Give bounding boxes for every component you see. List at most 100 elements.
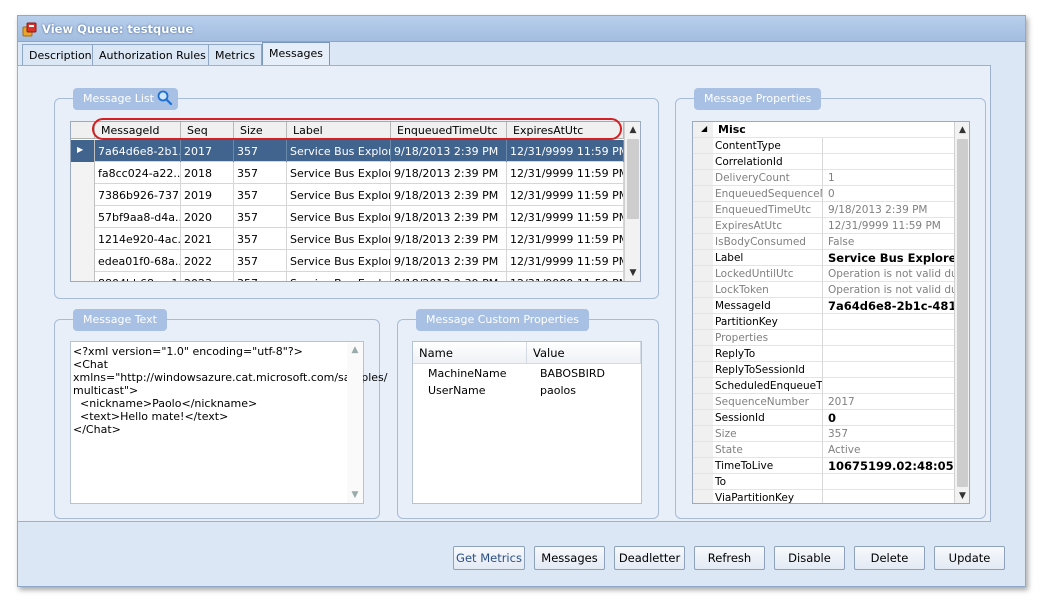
cell-label[interactable]: Service Bus Explorer [287, 184, 391, 206]
cell-messageid[interactable]: fa8cc024-a22... [95, 162, 181, 184]
cell-seq[interactable]: 2018 [181, 162, 234, 184]
cell-seq[interactable]: 2023 [181, 272, 234, 281]
cell-expiresatutc[interactable]: 12/31/9999 11:59 PM [507, 272, 624, 281]
search-icon[interactable] [157, 90, 173, 106]
row-header[interactable] [71, 250, 95, 272]
property-value[interactable] [824, 330, 954, 346]
custom-properties-list[interactable]: Name Value MachineName BABOSBIRD UserNam… [412, 341, 642, 504]
messages-button[interactable]: Messages [534, 546, 605, 570]
property-row[interactable]: LockedUntilUtcOperation is not valid due… [693, 266, 954, 282]
property-value[interactable]: 12/31/9999 11:59 PM [824, 218, 954, 234]
property-value[interactable]: Service Bus Explorer [824, 250, 954, 266]
property-row[interactable]: EnqueuedTimeUtc 9/18/2013 2:39 PM [693, 202, 954, 218]
property-row[interactable]: SessionId 0 [693, 410, 954, 426]
property-value[interactable]: False [824, 234, 954, 250]
tab-authorization-rules[interactable]: Authorization Rules [92, 44, 213, 65]
property-row[interactable]: ExpiresAtUtc 12/31/9999 11:59 PM [693, 218, 954, 234]
cell-seq[interactable]: 2019 [181, 184, 234, 206]
property-row[interactable]: Size 357 [693, 426, 954, 442]
cell-size[interactable]: 357 [234, 162, 287, 184]
table-row[interactable]: 57bf9aa8-d4a...2020357Service Bus Explor… [71, 206, 624, 228]
scroll-down-icon[interactable]: ▼ [625, 265, 640, 281]
property-row[interactable]: PartitionKey [693, 314, 954, 330]
property-row[interactable]: ContentType [693, 138, 954, 154]
cell-size[interactable]: 357 [234, 250, 287, 272]
property-value[interactable]: Operation is not valid due to [824, 266, 954, 282]
property-row[interactable]: To [693, 474, 954, 490]
property-row[interactable]: EnqueuedSequenceNumber0 [693, 186, 954, 202]
cell-enqueuedtimeutc[interactable]: 9/18/2013 2:39 PM [391, 184, 507, 206]
property-value[interactable]: 357 [824, 426, 954, 442]
message-text-box[interactable]: <?xml version="1.0" encoding="utf-8"?> <… [70, 341, 387, 504]
cell-messageid[interactable]: 7a64d6e8-2b1... [95, 140, 181, 162]
property-row[interactable]: Label Service Bus Explorer [693, 250, 954, 266]
cell-label[interactable]: Service Bus Explorer [287, 162, 391, 184]
column-header-value[interactable]: Value [527, 342, 641, 364]
property-row[interactable]: Properties [693, 330, 954, 346]
message-list-grid[interactable]: MessageId Seq Size Label EnqueuedTimeUtc… [70, 121, 641, 282]
cell-enqueuedtimeutc[interactable]: 9/18/2013 2:39 PM [391, 272, 507, 281]
cell-enqueuedtimeutc[interactable]: 9/18/2013 2:39 PM [391, 250, 507, 272]
cell-size[interactable]: 357 [234, 140, 287, 162]
message-list-scrollbar[interactable]: ▲ ▼ [624, 122, 640, 281]
tab-messages[interactable]: Messages [262, 42, 330, 66]
table-row[interactable]: 1214e920-4ac...2021357Service Bus Explor… [71, 228, 624, 250]
list-item-name[interactable]: UserName [428, 384, 486, 397]
cell-enqueuedtimeutc[interactable]: 9/18/2013 2:39 PM [391, 140, 507, 162]
cell-messageid[interactable]: 57bf9aa8-d4a... [95, 206, 181, 228]
property-row[interactable]: ViaPartitionKey [693, 490, 954, 503]
cell-expiresatutc[interactable]: 12/31/9999 11:59 PM [507, 184, 624, 206]
cell-label[interactable]: Service Bus Explorer [287, 272, 391, 281]
deadletter-button[interactable]: Deadletter [614, 546, 685, 570]
message-properties-grid[interactable]: ◢ Misc ContentType CorrelationId DeliveryC… [692, 121, 970, 504]
property-row[interactable]: MessageId7a64d6e8-2b1c-4815-8 [693, 298, 954, 314]
category-row[interactable]: ◢ Misc [693, 122, 954, 138]
property-row[interactable]: IsBodyConsumed False [693, 234, 954, 250]
properties-scrollbar[interactable]: ▲ ▼ [954, 122, 969, 503]
cell-messageid[interactable]: edea01f0-68a... [95, 250, 181, 272]
refresh-button[interactable]: Refresh [694, 546, 765, 570]
cell-size[interactable]: 357 [234, 206, 287, 228]
property-value[interactable] [824, 362, 954, 378]
row-header[interactable] [71, 162, 95, 184]
get-metrics-button[interactable]: Get Metrics [453, 546, 525, 570]
tab-metrics[interactable]: Metrics [208, 44, 262, 65]
cell-seq[interactable]: 2021 [181, 228, 234, 250]
property-value[interactable] [824, 490, 954, 503]
scroll-up-icon[interactable]: ▲ [625, 122, 640, 138]
property-value[interactable] [824, 154, 954, 170]
cell-label[interactable]: Service Bus Explorer [287, 250, 391, 272]
table-row[interactable]: 7386b926-737...2019357Service Bus Explor… [71, 184, 624, 206]
cell-seq[interactable]: 2022 [181, 250, 234, 272]
property-value[interactable]: 9/18/2013 2:39 PM [824, 202, 954, 218]
property-value[interactable]: 7a64d6e8-2b1c-4815-8 [824, 298, 954, 314]
cell-messageid[interactable]: 7386b926-737... [95, 184, 181, 206]
cell-enqueuedtimeutc[interactable]: 9/18/2013 2:39 PM [391, 206, 507, 228]
scroll-up-icon[interactable]: ▲ [347, 342, 363, 358]
property-value[interactable]: Operation is not valid due to [824, 282, 954, 298]
property-value[interactable]: 2017 [824, 394, 954, 410]
disable-button[interactable]: Disable [774, 546, 845, 570]
property-value[interactable] [824, 346, 954, 362]
property-row[interactable]: DeliveryCount 1 [693, 170, 954, 186]
update-button[interactable]: Update [934, 546, 1005, 570]
cell-messageid[interactable]: 1214e920-4ac... [95, 228, 181, 250]
cell-enqueuedtimeutc[interactable]: 9/18/2013 2:39 PM [391, 228, 507, 250]
property-row[interactable]: ReplyToSessionId [693, 362, 954, 378]
table-row[interactable]: fa8cc024-a22...2018357Service Bus Explor… [71, 162, 624, 184]
property-row[interactable]: SequenceNumber 2017 [693, 394, 954, 410]
cell-size[interactable]: 357 [234, 228, 287, 250]
row-header[interactable]: ▶ [71, 140, 95, 162]
property-row[interactable]: LockTokenOperation is not valid due to [693, 282, 954, 298]
cell-expiresatutc[interactable]: 12/31/9999 11:59 PM [507, 250, 624, 272]
row-header[interactable] [71, 228, 95, 250]
property-row[interactable]: CorrelationId [693, 154, 954, 170]
property-row[interactable]: State Active [693, 442, 954, 458]
property-value[interactable]: Active [824, 442, 954, 458]
property-row[interactable]: ScheduledEnqueueTimeUtc [693, 378, 954, 394]
column-header-name[interactable]: Name [413, 342, 527, 364]
cell-enqueuedtimeutc[interactable]: 9/18/2013 2:39 PM [391, 162, 507, 184]
property-value[interactable]: 0 [824, 410, 954, 426]
cell-expiresatutc[interactable]: 12/31/9999 11:59 PM [507, 206, 624, 228]
cell-expiresatutc[interactable]: 12/31/9999 11:59 PM [507, 228, 624, 250]
